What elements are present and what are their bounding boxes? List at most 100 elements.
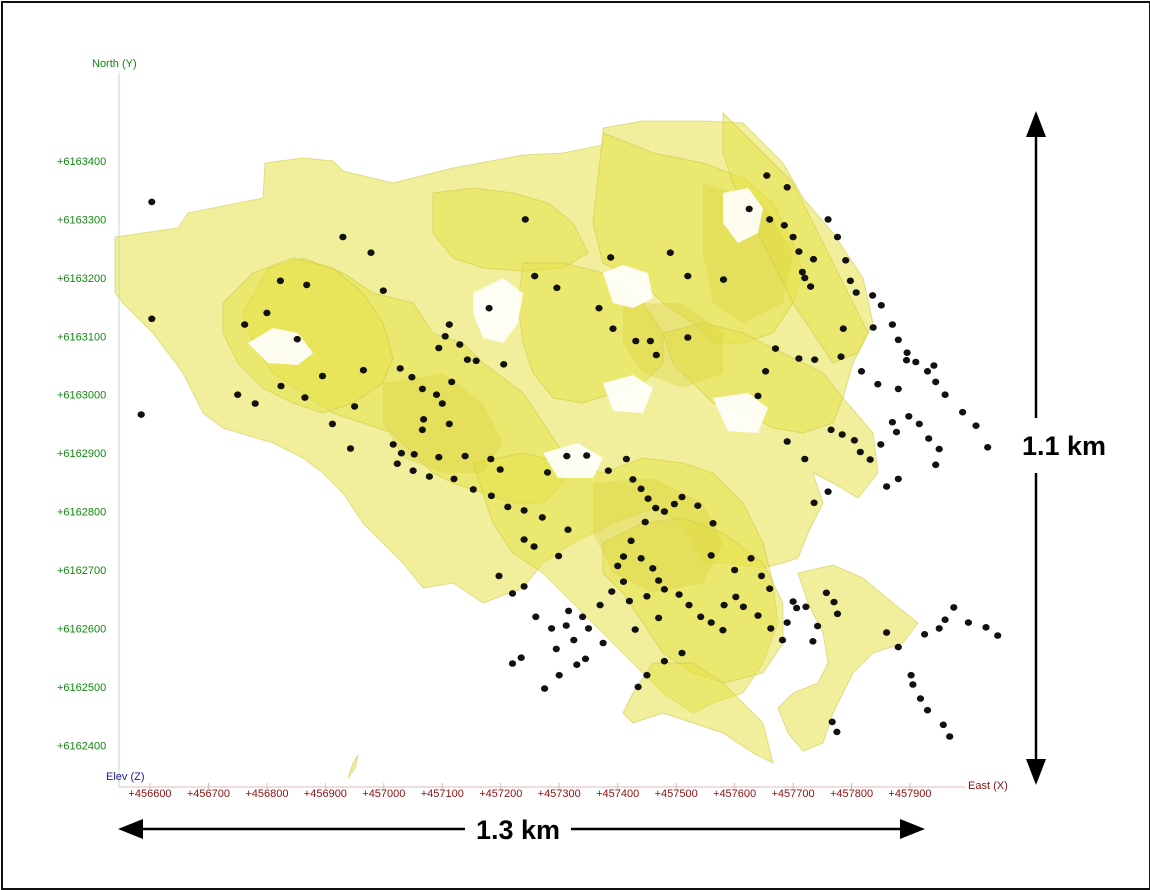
drillhole-point[interactable] <box>739 603 748 611</box>
drillhole-point[interactable] <box>964 619 973 626</box>
drillhole-point[interactable] <box>842 257 850 264</box>
drillhole-point[interactable] <box>684 334 692 341</box>
drillhole-point[interactable] <box>627 537 635 545</box>
drillhole-point[interactable] <box>824 488 832 496</box>
drillhole-point[interactable] <box>396 365 404 372</box>
drillhole-point[interactable] <box>789 233 797 241</box>
drillhole-point[interactable] <box>660 657 669 665</box>
drillhole-point[interactable] <box>670 500 679 508</box>
drillhole-point[interactable] <box>856 448 864 456</box>
drillhole-point[interactable] <box>935 625 943 632</box>
drillhole-point[interactable] <box>555 552 563 560</box>
drillhole-point[interactable] <box>822 589 831 597</box>
drillhole-point[interactable] <box>747 555 755 562</box>
drillhole-point[interactable] <box>564 526 572 533</box>
drillhole-point[interactable] <box>625 597 634 605</box>
drillhole-point[interactable] <box>905 413 913 420</box>
geological-3d-view[interactable]: North (Y) East (X) Elev (Z) +6163400+616… <box>3 3 1149 888</box>
drillhole-point[interactable] <box>666 249 674 256</box>
drillhole-point[interactable] <box>520 536 528 543</box>
drillhole-point[interactable] <box>472 357 480 365</box>
drillhole-point[interactable] <box>581 655 590 663</box>
drillhole-point[interactable] <box>811 356 819 364</box>
drillhole-point[interactable] <box>548 625 556 632</box>
drillhole-point[interactable] <box>622 455 631 463</box>
drillhole-point[interactable] <box>409 467 417 475</box>
drillhole-point[interactable] <box>660 508 669 515</box>
drillhole-point[interactable] <box>866 456 874 463</box>
drillhole-point[interactable] <box>318 372 327 380</box>
drillhole-point[interactable] <box>694 502 702 510</box>
drillhole-point[interactable] <box>888 321 897 328</box>
drillhole-point[interactable] <box>641 518 649 526</box>
drillhole-point[interactable] <box>552 645 560 653</box>
drillhole-point[interactable] <box>697 613 705 621</box>
drillhole-point[interactable] <box>763 172 771 179</box>
drillhole-point[interactable] <box>652 351 660 359</box>
drillhole-point[interactable] <box>894 475 902 483</box>
drillhole-point[interactable] <box>766 216 774 223</box>
drillhole-point[interactable] <box>397 449 405 457</box>
drillhole-point[interactable] <box>894 643 902 651</box>
drillhole-point[interactable] <box>675 591 683 598</box>
drillhole-point[interactable] <box>609 325 617 333</box>
drillhole-point[interactable] <box>562 622 570 629</box>
drillhole-point[interactable] <box>553 284 561 292</box>
drillhole-point[interactable] <box>839 325 847 333</box>
drillhole-point[interactable] <box>418 385 426 393</box>
drillhole-point[interactable] <box>607 254 615 261</box>
drillhole-point[interactable] <box>830 598 838 606</box>
drillhole-point[interactable] <box>684 272 692 280</box>
drillhole-point[interactable] <box>508 660 517 667</box>
drillhole-point[interactable] <box>930 362 938 369</box>
drillhole-point[interactable] <box>932 378 940 386</box>
drillhole-point[interactable] <box>435 453 443 461</box>
drillhole-point[interactable] <box>801 274 809 282</box>
drillhole-point[interactable] <box>923 368 932 375</box>
drillhole-point[interactable] <box>570 636 578 644</box>
drillhole-point[interactable] <box>619 578 628 585</box>
drillhole-point[interactable] <box>351 403 359 410</box>
drillhole-point[interactable] <box>637 555 645 562</box>
drillhole-point[interactable] <box>504 503 512 511</box>
drillhole-point[interactable] <box>846 277 855 285</box>
drillhole-point[interactable] <box>685 601 693 609</box>
drillhole-point[interactable] <box>649 565 657 572</box>
drillhole-point[interactable] <box>652 504 660 512</box>
drillhole-point[interactable] <box>456 341 464 348</box>
drillhole-point[interactable] <box>438 400 446 407</box>
drillhole-point[interactable] <box>827 426 835 434</box>
drillhole-point[interactable] <box>833 610 842 618</box>
drillhole-point[interactable] <box>807 283 815 290</box>
drillhole-point[interactable] <box>234 391 242 399</box>
drillhole-point[interactable] <box>802 603 810 611</box>
drillhole-point[interactable] <box>837 353 845 361</box>
drillhole-point[interactable] <box>263 309 271 317</box>
drillhole-point[interactable] <box>644 495 652 503</box>
drillhole-point[interactable] <box>946 733 954 740</box>
drillhole-point[interactable] <box>148 315 156 323</box>
drillhole-point[interactable] <box>894 336 902 344</box>
drillhole-point[interactable] <box>425 473 433 480</box>
drillhole-point[interactable] <box>563 452 571 460</box>
drillhole-point[interactable] <box>720 601 728 609</box>
drillhole-point[interactable] <box>935 445 943 453</box>
drillhole-point[interactable] <box>643 593 651 600</box>
drillhole-point[interactable] <box>420 416 428 423</box>
drillhole-point[interactable] <box>655 577 663 584</box>
drillhole-point[interactable] <box>565 607 573 615</box>
drillhole-point[interactable] <box>678 649 686 657</box>
drillhole-point[interactable] <box>678 493 686 501</box>
drillhole-point[interactable] <box>950 604 958 611</box>
drillhole-point[interactable] <box>487 455 495 463</box>
drillhole-point[interactable] <box>892 428 901 436</box>
drillhole-point[interactable] <box>276 277 284 285</box>
drillhole-point[interactable] <box>959 408 967 416</box>
drillhole-point[interactable] <box>629 476 637 483</box>
drillhole-point[interactable] <box>798 268 807 276</box>
drillhole-point[interactable] <box>941 616 949 623</box>
drillhole-point[interactable] <box>508 590 517 597</box>
drillhole-point[interactable] <box>432 391 441 399</box>
drillhole-point[interactable] <box>916 695 925 702</box>
drillhole-point[interactable] <box>614 562 622 570</box>
